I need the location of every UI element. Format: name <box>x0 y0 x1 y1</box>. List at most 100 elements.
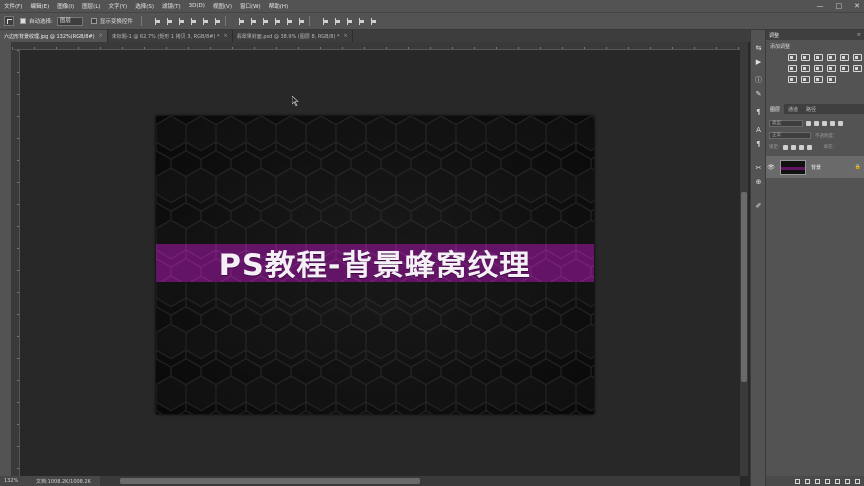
filter-pixel-icon[interactable] <box>806 121 811 126</box>
menu-3d[interactable]: 3D(D) <box>189 3 205 9</box>
tab-untitled-1[interactable]: 未标题-1 @ 62.7% (矩形 1 拷贝 3, RGB/8#) * × <box>108 30 233 42</box>
align-top-icon[interactable] <box>154 17 161 25</box>
filter-type-icon[interactable] <box>822 121 827 126</box>
show-transform-checkbox[interactable] <box>90 18 97 24</box>
link-layers-icon[interactable] <box>795 478 800 484</box>
vertical-scrollbar[interactable] <box>740 42 748 476</box>
new-adjustment-icon[interactable] <box>825 478 830 484</box>
distribute-bottom-icon[interactable] <box>262 17 269 25</box>
invert-icon[interactable] <box>853 65 862 72</box>
color-balance-icon[interactable] <box>788 65 797 72</box>
vibrance-icon[interactable] <box>840 54 849 61</box>
clone-source-icon[interactable]: ⊕ <box>754 178 763 186</box>
layer-kind-filter[interactable]: 类型 <box>769 120 803 127</box>
lock-all-icon[interactable] <box>806 144 812 150</box>
lock-pixels-icon[interactable] <box>790 144 796 150</box>
tab-hexagon-texture[interactable]: 六边形背景纹理.jpg @ 132%(RGB/8#) × <box>0 30 108 42</box>
filter-smart-icon[interactable] <box>838 121 843 126</box>
distribute-left-icon[interactable] <box>274 17 281 25</box>
add-mask-icon[interactable] <box>815 478 820 484</box>
lock-position-icon[interactable] <box>798 144 804 150</box>
paragraph-icon[interactable]: ¶ <box>754 108 763 116</box>
visibility-eye-icon[interactable]: 👁 <box>766 164 776 171</box>
menu-window[interactable]: 窗口(W) <box>240 2 261 10</box>
menu-help[interactable]: 帮助(H) <box>269 2 288 10</box>
3d-drag-icon[interactable] <box>346 17 353 25</box>
filter-shape-icon[interactable] <box>830 121 835 126</box>
tab-channels[interactable]: 通道 <box>784 104 802 114</box>
info-icon[interactable]: ⓘ <box>754 76 763 84</box>
align-left-icon[interactable] <box>190 17 197 25</box>
tools-presets-icon[interactable]: ✂ <box>754 164 763 172</box>
auto-select-dropdown[interactable]: 图层 <box>56 16 83 26</box>
posterize-icon[interactable] <box>788 76 797 83</box>
adjustments-title[interactable]: 调整 <box>769 32 779 39</box>
canvas-workspace[interactable]: PS教程-背景蜂窝纹理 <box>20 50 740 476</box>
horizontal-scroll-thumb[interactable] <box>120 478 420 484</box>
panel-menu-icon[interactable]: ≡ <box>857 32 861 38</box>
menu-type[interactable]: 文字(Y) <box>109 2 128 10</box>
menu-edit[interactable]: 编辑(E) <box>30 2 49 10</box>
3d-rotate-icon[interactable] <box>322 17 329 25</box>
photo-filter-icon[interactable] <box>814 65 823 72</box>
align-right-icon[interactable] <box>214 17 221 25</box>
close-tab-icon[interactable]: × <box>344 33 348 39</box>
document-image[interactable]: PS教程-背景蜂窝纹理 <box>156 116 594 414</box>
move-tool-preset-icon[interactable] <box>4 16 14 26</box>
character-icon[interactable]: A <box>754 126 763 134</box>
history-icon[interactable]: ⇆ <box>754 44 763 52</box>
brush-settings-icon[interactable]: ✎ <box>754 90 763 98</box>
blend-mode-dropdown[interactable]: 正常 <box>769 132 811 139</box>
auto-select-checkbox[interactable] <box>20 18 26 24</box>
horizontal-ruler[interactable] <box>12 42 740 50</box>
new-group-icon[interactable] <box>835 478 840 484</box>
delete-layer-icon[interactable] <box>855 478 860 484</box>
menu-view[interactable]: 视图(V) <box>213 2 232 10</box>
close-tab-icon[interactable]: × <box>99 33 103 39</box>
paragraph-styles-icon[interactable]: ¶ <box>754 140 763 148</box>
tab-cover-psd[interactable]: 翡翠果封面.psd @ 38.9% (图层 8, RGB/8) * × <box>233 30 353 42</box>
menu-image[interactable]: 图像(I) <box>57 2 74 10</box>
menu-select[interactable]: 选择(S) <box>135 2 154 10</box>
distribute-vcenter-icon[interactable] <box>250 17 257 25</box>
actions-play-icon[interactable]: ▶ <box>754 58 763 66</box>
selective-color-icon[interactable] <box>827 76 836 83</box>
tools-panel[interactable] <box>0 42 12 476</box>
hue-saturation-icon[interactable] <box>853 54 862 61</box>
black-white-icon[interactable] <box>801 65 810 72</box>
channel-mixer-icon[interactable] <box>827 65 836 72</box>
3d-scale-icon[interactable] <box>370 17 377 25</box>
curves-icon[interactable] <box>814 54 823 61</box>
align-bottom-icon[interactable] <box>178 17 185 25</box>
threshold-icon[interactable] <box>801 76 810 83</box>
3d-roll-icon[interactable] <box>334 17 341 25</box>
distribute-top-icon[interactable] <box>238 17 245 25</box>
menu-filter[interactable]: 滤镜(T) <box>162 2 181 10</box>
color-lookup-icon[interactable] <box>840 65 849 72</box>
tab-layers[interactable]: 图层 <box>766 104 785 114</box>
3d-slide-icon[interactable] <box>358 17 365 25</box>
menu-layer[interactable]: 图层(L) <box>82 2 100 10</box>
document-size-info[interactable]: 文档:1008.2K/1008.2K <box>36 478 91 485</box>
zoom-level-field[interactable]: 132% <box>4 478 26 484</box>
brightness-contrast-icon[interactable] <box>788 54 797 61</box>
new-layer-icon[interactable] <box>845 478 850 484</box>
filter-adjustment-icon[interactable] <box>814 121 819 126</box>
brush-presets-icon[interactable]: ✐ <box>754 202 763 210</box>
vertical-ruler[interactable] <box>12 50 20 476</box>
exposure-icon[interactable] <box>827 54 836 61</box>
lock-transparent-icon[interactable] <box>782 144 788 150</box>
close-tab-icon[interactable]: × <box>224 33 228 39</box>
levels-icon[interactable] <box>801 54 810 61</box>
distribute-right-icon[interactable] <box>298 17 305 25</box>
align-hcenter-icon[interactable] <box>202 17 209 25</box>
layer-row-background[interactable]: 👁 背景 🔒 <box>766 156 864 178</box>
vertical-scroll-thumb[interactable] <box>741 192 747 382</box>
gradient-map-icon[interactable] <box>814 76 823 83</box>
minimize-button[interactable]: — <box>817 2 824 10</box>
align-vcenter-icon[interactable] <box>166 17 173 25</box>
layer-style-icon[interactable] <box>805 478 810 484</box>
distribute-hcenter-icon[interactable] <box>286 17 293 25</box>
horizontal-scrollbar[interactable] <box>100 476 740 486</box>
menu-file[interactable]: 文件(F) <box>4 2 22 10</box>
